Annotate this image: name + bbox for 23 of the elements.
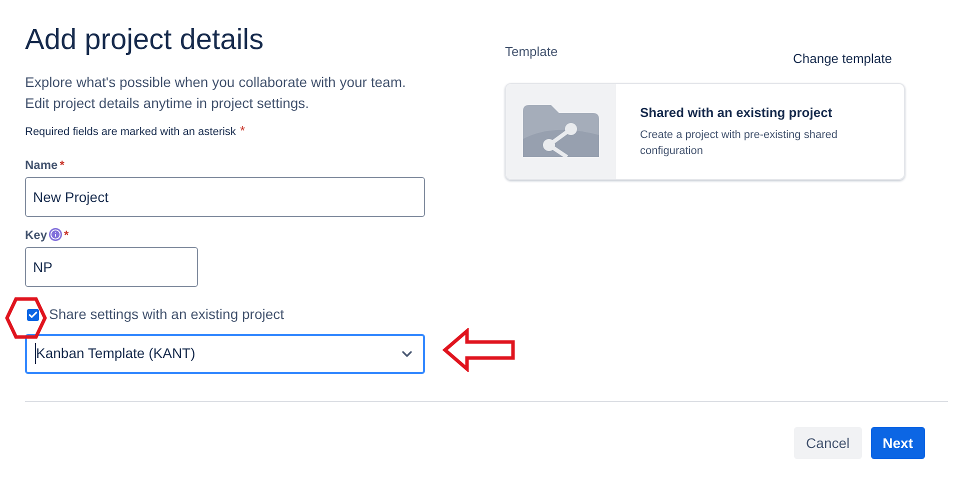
share-checkbox[interactable] <box>27 308 39 320</box>
template-card[interactable]: Shared with an existing project Create a project with pre-existing shared configuration <box>505 82 905 180</box>
next-button[interactable]: Next <box>870 427 925 459</box>
share-label: Share settings with an existing project <box>49 305 284 324</box>
project-select[interactable]: Kanban Template (KANT) <box>25 334 425 374</box>
info-icon[interactable] <box>49 228 62 241</box>
intro-text: Edit project details anytime in project settings. <box>25 94 310 113</box>
required-mark: * <box>64 226 69 244</box>
card-title: Shared with an existing project <box>640 104 834 122</box>
card-description: Create a project with pre-existing shared configuration <box>640 128 838 160</box>
change-template-link[interactable]: Change template <box>792 49 892 68</box>
intro-text: Explore what's possible when you collaborate with your team. <box>25 73 406 92</box>
required-note: Required fields are marked with an asterisk <box>25 125 236 140</box>
field-label: Key <box>25 226 48 244</box>
template-heading: Template <box>505 43 558 61</box>
shared-folder-icon <box>523 105 599 157</box>
field-label: Name <box>25 156 58 174</box>
page-title: Add project details <box>25 23 264 58</box>
text-field[interactable]: New Project <box>25 176 425 216</box>
cancel-button[interactable]: Cancel <box>794 427 862 459</box>
asterisk-mark: * <box>240 124 245 137</box>
required-mark: * <box>60 156 64 174</box>
text-field[interactable]: NP <box>25 246 198 286</box>
